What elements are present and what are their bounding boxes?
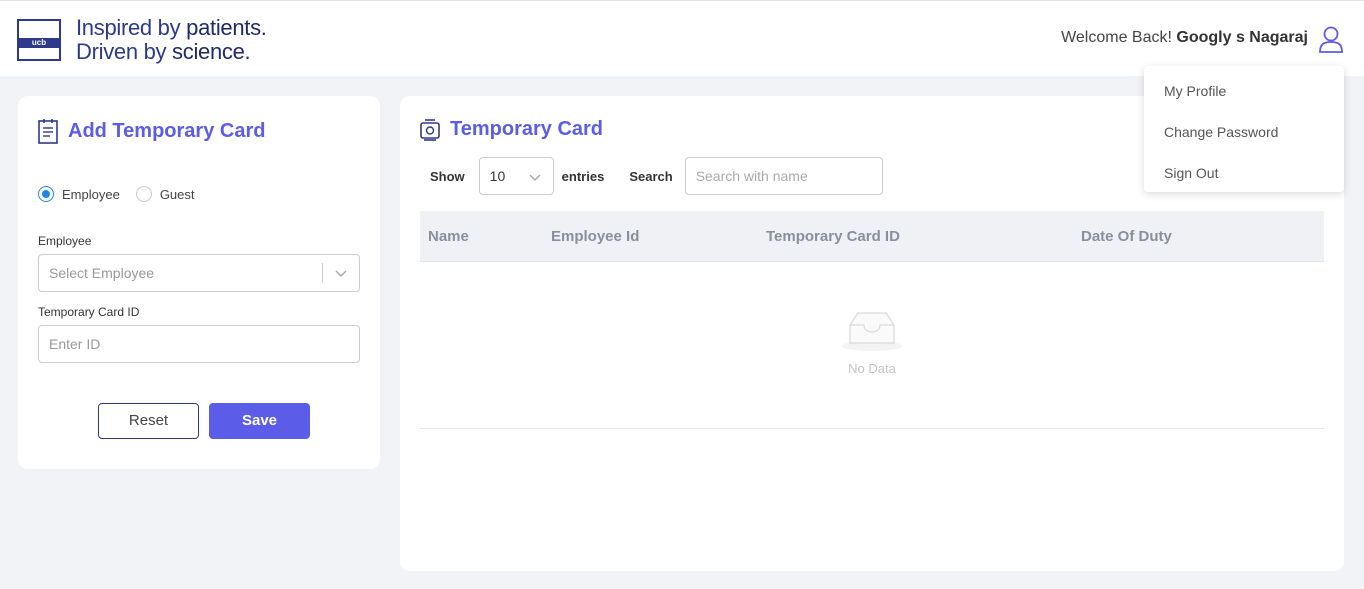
show-label: Show <box>430 168 465 184</box>
employee-select-placeholder: Select Employee <box>49 265 155 281</box>
list-card-header: Temporary Card <box>420 118 603 141</box>
user-icon[interactable] <box>1318 25 1344 53</box>
brand-tagline: Inspired by patients. Driven by science. <box>76 16 267 64</box>
table-divider <box>420 428 1324 429</box>
ucb-logo-mark: ucb <box>17 19 61 61</box>
tagline-part: Inspired by <box>76 15 187 40</box>
document-icon <box>38 119 58 144</box>
select-separator <box>322 263 323 283</box>
save-button[interactable]: Save <box>209 403 310 439</box>
top-bar: ucb Inspired by patients. Driven by scie… <box>0 0 1364 76</box>
radio-employee[interactable] <box>38 186 54 202</box>
list-card-title: Temporary Card <box>450 118 604 140</box>
user-name: Googly s Nagaraj <box>1176 29 1308 46</box>
column-header-date-of-duty[interactable]: Date Of Duty <box>1081 228 1172 245</box>
column-header-name[interactable]: Name <box>428 228 469 245</box>
radio-guest[interactable] <box>135 186 152 202</box>
column-header-temporary-card-id[interactable]: Temporary Card ID <box>766 228 900 245</box>
menu-item-my-profile[interactable]: My Profile <box>1164 83 1226 99</box>
empty-state: No Data <box>820 310 924 376</box>
no-data-text: No Data <box>848 361 896 376</box>
brand-logo[interactable]: ucb Inspired by patients. Driven by scie… <box>17 16 267 64</box>
menu-item-sign-out[interactable]: Sign Out <box>1164 165 1218 181</box>
menu-item-change-password[interactable]: Change Password <box>1164 124 1278 140</box>
user-menu-dropdown: My Profile Change Password Sign Out <box>1144 66 1344 192</box>
search-input[interactable]: Search with name <box>684 157 883 195</box>
welcome-text: Welcome Back! <box>1061 29 1172 46</box>
ucb-logo-text: ucb <box>19 38 59 48</box>
empty-inbox-icon <box>842 312 902 351</box>
person-type-radio-group: Employee Guest <box>38 186 211 202</box>
card-id-placeholder: Enter ID <box>49 336 101 352</box>
add-card-title: Add Temporary Card <box>68 119 266 142</box>
add-card-header: Add Temporary Card <box>38 118 265 144</box>
card-icon <box>420 118 440 141</box>
search-placeholder: Search with name <box>695 168 808 184</box>
card-id-input[interactable]: Enter ID <box>38 325 360 363</box>
reset-button[interactable]: Reset <box>98 403 199 439</box>
employee-select[interactable]: Select Employee <box>38 254 360 292</box>
search-label: Search <box>629 168 673 184</box>
entries-label: entries <box>561 168 605 184</box>
chevron-down-icon[interactable] <box>527 169 543 185</box>
welcome-message: Welcome Back! Googly s Nagaraj <box>1061 29 1308 47</box>
table-header: Name Employee Id Temporary Card ID Date … <box>420 211 1324 262</box>
tagline-emphasis: patients. <box>186 15 267 40</box>
entries-value: 10 <box>489 168 506 184</box>
table-controls: Show 10 entries Search Search with name <box>430 157 883 195</box>
radio-guest-label[interactable]: Guest <box>160 187 195 202</box>
add-temporary-card-panel: Add Temporary Card Employee Guest Employ… <box>18 96 380 469</box>
card-id-field-label: Temporary Card ID <box>38 305 140 319</box>
radio-employee-label[interactable]: Employee <box>62 187 120 202</box>
chevron-down-icon[interactable] <box>333 265 349 281</box>
employee-field-label: Employee <box>38 234 92 248</box>
tagline-emphasis: science. <box>172 39 251 64</box>
entries-select[interactable]: 10 <box>478 157 554 195</box>
column-header-employee-id[interactable]: Employee Id <box>551 228 639 245</box>
tagline-part: Driven by <box>76 39 173 64</box>
